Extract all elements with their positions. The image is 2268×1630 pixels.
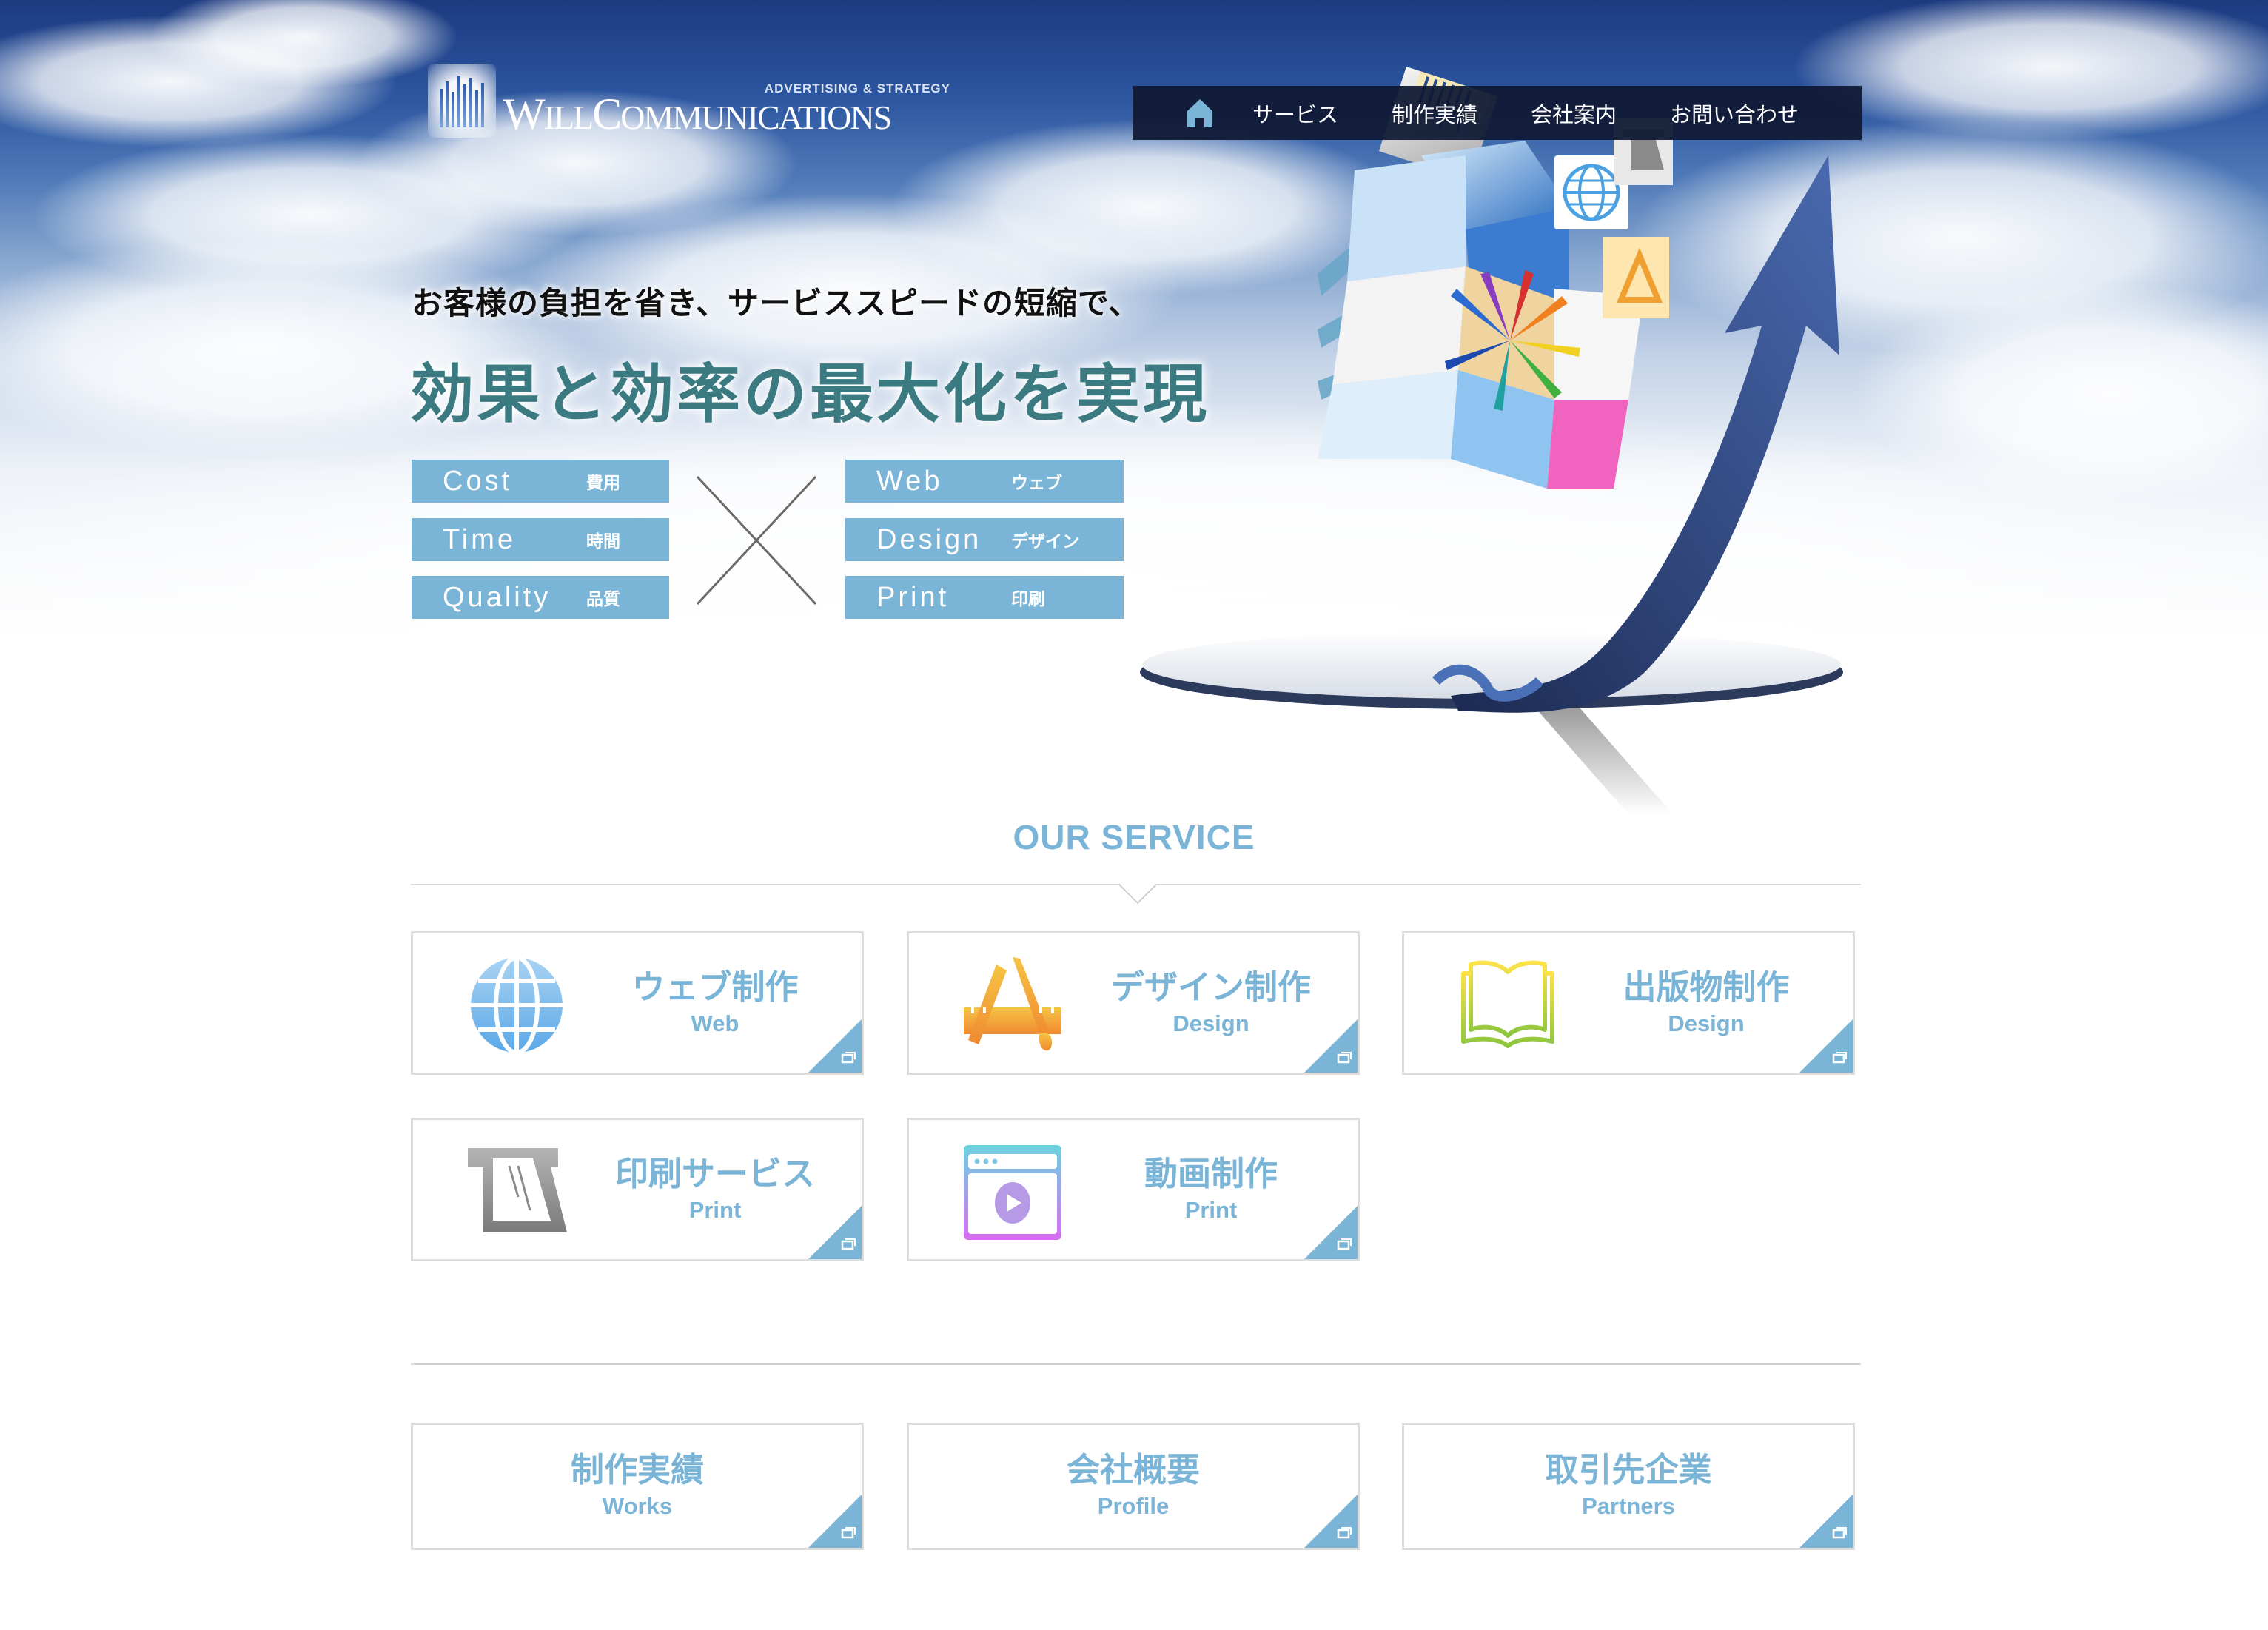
card-title: 制作実績 <box>570 1451 704 1489</box>
card-title: 取引先企業 <box>1545 1451 1712 1489</box>
card-subtitle: Web <box>691 1010 739 1036</box>
card-title: 出版物制作 <box>1623 968 1790 1006</box>
card-title: 会社概要 <box>1066 1451 1200 1489</box>
open-new-window-icon <box>808 1019 862 1073</box>
card-title: 動画制作 <box>1144 1155 1278 1193</box>
card-title: デザイン制作 <box>1110 968 1311 1006</box>
card-subtitle: Partners <box>1582 1492 1675 1519</box>
pill-en-label: Time <box>443 523 517 555</box>
section-notch-icon <box>1119 884 1156 905</box>
open-new-window-icon <box>808 1206 862 1259</box>
hero-title: 効果と効率の最大化を実現 <box>410 359 1210 430</box>
service-card-print[interactable]: 印刷サービス Print <box>411 1118 864 1261</box>
open-new-window-icon <box>1304 1495 1358 1548</box>
card-title: ウェブ制作 <box>631 968 799 1006</box>
card-subtitle: Profile <box>1097 1492 1170 1519</box>
pill-jp-label: ウェブ <box>1011 473 1062 492</box>
card-title: 印刷サービス <box>614 1155 815 1193</box>
card-text: デザイン制作 Design <box>1094 969 1328 1037</box>
card-text: 会社概要 Profile <box>909 1452 1358 1520</box>
hero-banner: ADVERTISING & STRATEGY WILLCOMMUNICATION… <box>0 0 2268 814</box>
home-icon <box>1187 98 1212 127</box>
pill-jp-label: 時間 <box>586 531 620 551</box>
card-text: 動画制作 Print <box>1094 1156 1328 1224</box>
nav-item-contact[interactable]: お問い合わせ <box>1670 98 1799 129</box>
logo-wordmark: WILLCOMMUNICATIONS <box>503 90 892 138</box>
service-card-publication[interactable]: 出版物制作 Design <box>1402 931 1855 1075</box>
card-subtitle: Design <box>1668 1010 1745 1036</box>
nav-item-company[interactable]: 会社案内 <box>1531 98 1617 129</box>
multiply-cross-icon <box>696 475 817 606</box>
pill-en-label: Design <box>876 523 982 555</box>
service-card-web[interactable]: ウェブ制作 Web <box>411 931 864 1075</box>
open-new-window-icon <box>1799 1019 1853 1073</box>
section-divider <box>411 1363 1861 1365</box>
company-logo[interactable]: ADVERTISING & STRATEGY WILLCOMMUNICATION… <box>428 64 955 145</box>
pill-en-label: Web <box>876 465 943 497</box>
logo-bars-icon <box>428 64 496 138</box>
open-new-window-icon <box>1304 1019 1358 1073</box>
link-card-profile[interactable]: 会社概要 Profile <box>907 1423 1360 1550</box>
card-text: 出版物制作 Design <box>1589 969 1823 1037</box>
link-card-partners[interactable]: 取引先企業 Partners <box>1402 1423 1855 1550</box>
pill-en-label: Cost <box>443 465 513 497</box>
hero-cube-illustration <box>1140 67 1843 814</box>
pill-quality: Quality 品質 <box>412 576 669 619</box>
logo-letters: ILL <box>543 98 594 136</box>
card-subtitle: Works <box>602 1492 673 1519</box>
link-card-works[interactable]: 制作実績 Works <box>411 1423 864 1550</box>
logo-letters: OMMUNICATIONS <box>620 98 892 136</box>
printer-icon <box>468 1148 567 1232</box>
logo-letter: W <box>503 90 546 138</box>
nav-item-service[interactable]: サービス <box>1252 98 1338 129</box>
card-subtitle: Print <box>688 1196 742 1223</box>
card-text: ウェブ制作 Web <box>598 969 832 1037</box>
open-new-window-icon <box>1304 1206 1358 1259</box>
service-card-video[interactable]: 動画制作 Print <box>907 1118 1360 1261</box>
design-tools-icon <box>964 957 1061 1051</box>
section-heading-our-service: OUR SERVICE <box>1013 818 1255 856</box>
card-text: 印刷サービス Print <box>598 1156 832 1224</box>
hero-subtitle: お客様の負担を省き、サービススピードの短縮で、 <box>412 287 1141 321</box>
nav-item-works[interactable]: 制作実績 <box>1392 98 1477 129</box>
globe-icon <box>471 956 563 1055</box>
open-new-window-icon <box>1799 1495 1853 1548</box>
service-card-design[interactable]: デザイン制作 Design <box>907 931 1360 1075</box>
pill-en-label: Quality <box>443 581 551 613</box>
nav-home-button[interactable] <box>1181 95 1218 132</box>
pill-en-label: Print <box>876 581 950 613</box>
open-book-icon <box>1461 960 1554 1048</box>
card-text: 取引先企業 Partners <box>1404 1452 1853 1520</box>
video-player-icon <box>964 1145 1061 1240</box>
pill-jp-label: 品質 <box>586 589 620 608</box>
pill-jp-label: デザイン <box>1011 531 1079 551</box>
pill-design: Design デザイン <box>845 518 1124 561</box>
logo-letter: C <box>592 90 622 138</box>
card-subtitle: Design <box>1172 1010 1249 1036</box>
pill-web: Web ウェブ <box>845 460 1124 503</box>
pill-jp-label: 費用 <box>586 473 620 492</box>
pill-cost: Cost 費用 <box>412 460 669 503</box>
card-text: 制作実績 Works <box>413 1452 862 1520</box>
card-subtitle: Print <box>1184 1196 1238 1223</box>
pill-jp-label: 印刷 <box>1011 589 1045 608</box>
pill-time: Time 時間 <box>412 518 669 561</box>
main-nav: サービス 制作実績 会社案内 お問い合わせ <box>1133 86 1862 140</box>
open-new-window-icon <box>808 1495 862 1548</box>
pill-print: Print 印刷 <box>845 576 1124 619</box>
